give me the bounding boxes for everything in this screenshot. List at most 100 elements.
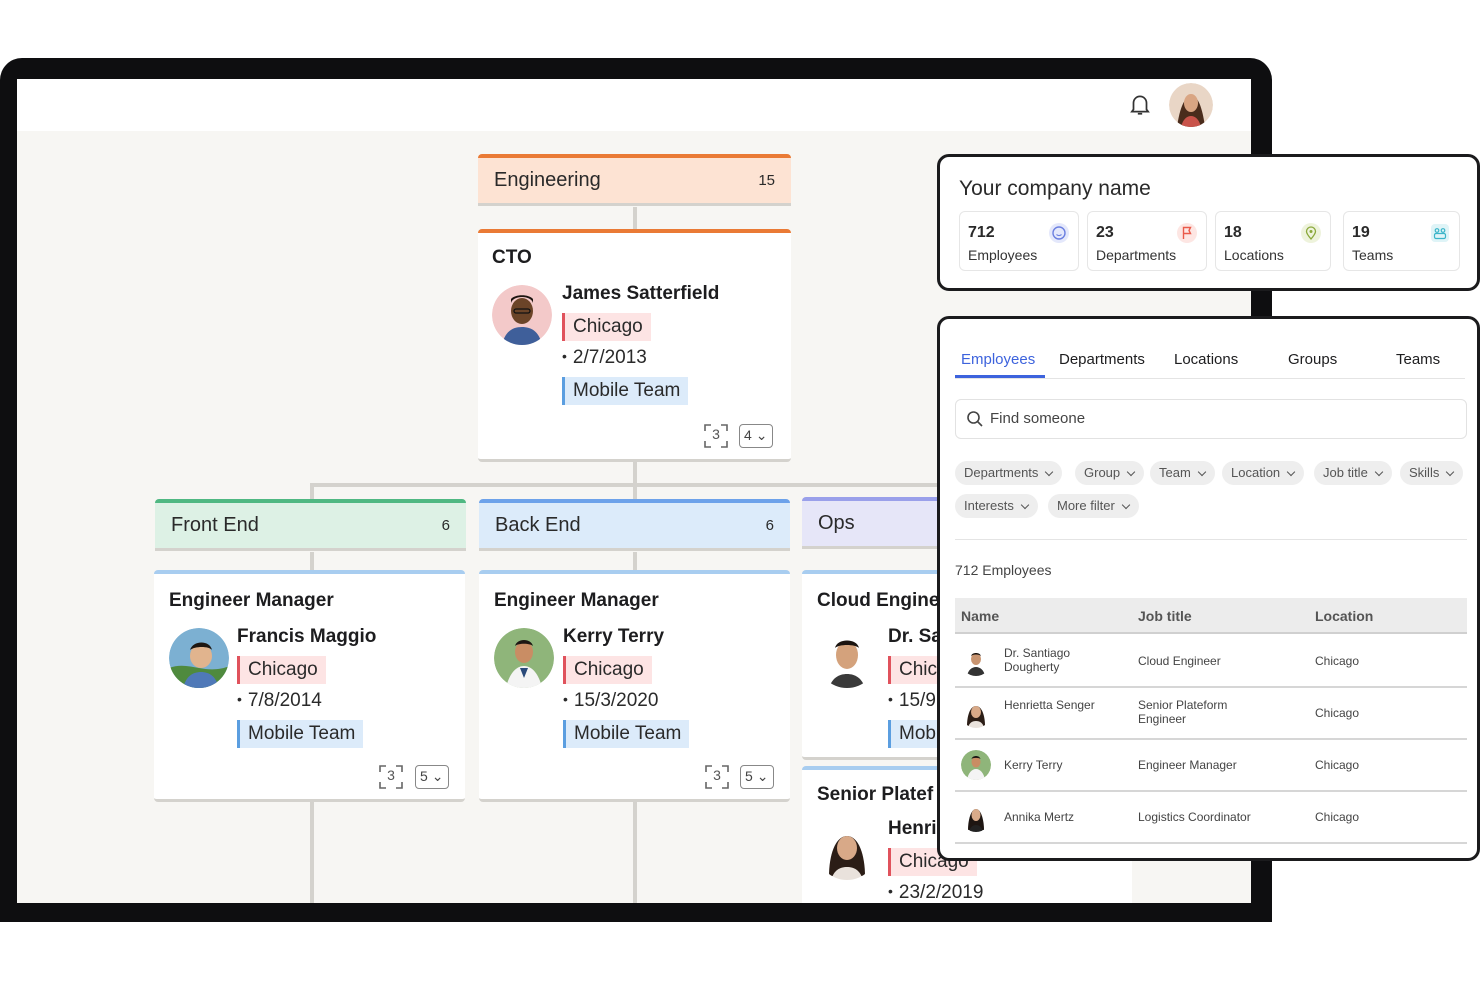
stat-label: Departments: [1096, 247, 1177, 263]
card-title: Engineer Manager: [494, 590, 659, 611]
dept-front-end[interactable]: Front End 6: [155, 499, 466, 551]
employee-directory-panel: Employees Departments Locations Groups T…: [937, 316, 1480, 861]
user-avatar[interactable]: [1169, 83, 1213, 127]
connector-line: [633, 801, 637, 903]
table-row[interactable]: Kerry Terry Engineer Manager Chicago: [955, 740, 1467, 792]
person-name: Dr. Sa: [888, 626, 942, 647]
dept-engineering[interactable]: Engineering 15: [478, 154, 791, 206]
location-tag: Chicago: [563, 656, 652, 684]
row-location: Chicago: [1315, 706, 1360, 720]
reports-count: 5: [420, 768, 428, 784]
frame-count: 3: [713, 767, 721, 783]
dept-name: Front End: [171, 514, 259, 536]
filter-departments[interactable]: Departments: [955, 461, 1063, 485]
start-date: 7/8/2014: [237, 690, 322, 712]
stat-label: Locations: [1224, 247, 1284, 263]
tab-teams[interactable]: Teams: [1396, 351, 1440, 368]
frame-count-icon[interactable]: 3: [704, 764, 730, 790]
tab-locations[interactable]: Locations: [1174, 351, 1238, 368]
map-pin-icon: [1301, 223, 1321, 243]
filter-group[interactable]: Group: [1075, 461, 1145, 485]
row-name: Henrietta Senger: [1004, 698, 1095, 712]
cto-card[interactable]: CTO James Satterfield Chicago 2/7/2013 M…: [478, 229, 791, 462]
filter-job-title[interactable]: Job title: [1314, 461, 1392, 485]
frame-count: 3: [712, 426, 720, 442]
dept-name: Engineering: [494, 169, 601, 191]
chevron-down-icon: ⌄: [755, 427, 768, 443]
bell-icon[interactable]: [1127, 91, 1153, 117]
start-date: 2/7/2013: [562, 347, 647, 369]
person-name: Francis Maggio: [237, 626, 377, 647]
column-location[interactable]: Location: [1315, 608, 1373, 624]
filter-interests[interactable]: Interests: [955, 494, 1038, 518]
connector-line: [310, 801, 314, 903]
row-job-title: Senior Plateform Engineer: [1138, 698, 1228, 726]
search-placeholder: Find someone: [990, 410, 1086, 427]
expand-reports-button[interactable]: 5 ⌄: [415, 765, 449, 789]
reports-count: 4: [744, 427, 752, 443]
stat-label: Employees: [968, 247, 1038, 263]
connector-line: [633, 552, 637, 572]
avatar: [961, 750, 991, 780]
row-location: Chicago: [1315, 810, 1360, 824]
frame-count-icon[interactable]: 3: [378, 764, 404, 790]
avatar: [961, 646, 991, 676]
person-photo: [492, 285, 552, 345]
expand-reports-button[interactable]: 5 ⌄: [740, 765, 774, 789]
table-row[interactable]: Annika Mertz Logistics Coordinator Chica…: [955, 792, 1467, 844]
tab-departments[interactable]: Departments: [1059, 351, 1145, 368]
person-name: Henri: [888, 818, 937, 839]
table-row[interactable]: Henrietta Senger Senior Plateform Engine…: [955, 688, 1467, 740]
connector-line: [633, 207, 637, 231]
start-date: 15/3/2020: [563, 690, 659, 712]
dept-count: 6: [765, 517, 774, 534]
stat-value: 19: [1352, 224, 1370, 241]
avatar: [961, 698, 991, 728]
filter-location[interactable]: Location: [1222, 461, 1305, 485]
filter-skills[interactable]: Skills: [1400, 461, 1464, 485]
frame-count-icon[interactable]: 3: [703, 423, 729, 449]
expand-reports-button[interactable]: 4 ⌄: [739, 424, 773, 448]
column-job-title[interactable]: Job title: [1138, 608, 1192, 624]
team-icon: [1431, 224, 1449, 242]
stat-teams[interactable]: 19 Teams: [1343, 211, 1460, 271]
location-tag: Chicago: [237, 656, 326, 684]
table-row[interactable]: Dr. Santiago Dougherty Cloud Engineer Ch…: [955, 636, 1467, 688]
person-photo: [817, 820, 877, 880]
start-date: 15/9: [888, 690, 936, 712]
row-name: Kerry Terry: [1004, 758, 1063, 772]
dept-count: 6: [441, 517, 450, 534]
stat-locations[interactable]: 18 Locations: [1215, 211, 1331, 271]
stat-value: 712: [968, 224, 995, 241]
card-title: CTO: [492, 247, 532, 268]
smile-icon: [1049, 223, 1069, 243]
dept-back-end[interactable]: Back End 6: [479, 499, 790, 551]
start-date: 23/2/2019: [888, 882, 984, 903]
stat-employees[interactable]: 712 Employees: [959, 211, 1079, 271]
tab-groups[interactable]: Groups: [1288, 351, 1337, 368]
person-name: James Satterfield: [562, 283, 720, 304]
connector-line: [310, 483, 950, 487]
stat-value: 23: [1096, 224, 1114, 241]
filter-team[interactable]: Team: [1150, 461, 1215, 485]
stat-departments[interactable]: 23 Departments: [1087, 211, 1207, 271]
dept-name: Back End: [495, 514, 581, 536]
reports-count: 5: [745, 768, 753, 784]
flag-icon: [1177, 223, 1197, 243]
row-location: Chicago: [1315, 758, 1360, 772]
table-header: Name Job title Location: [955, 598, 1467, 634]
chevron-down-icon: ⌄: [431, 768, 444, 784]
column-name[interactable]: Name: [961, 608, 999, 624]
search-input[interactable]: Find someone: [955, 399, 1467, 439]
chevron-down-icon: ⌄: [756, 768, 769, 784]
team-tag: Mobile Team: [563, 720, 690, 748]
manager-card[interactable]: Engineer Manager Kerry Terry Chicago 15/…: [479, 570, 790, 802]
filter-divider: [955, 539, 1467, 540]
tab-divider: [955, 378, 1465, 379]
row-location: Chicago: [1315, 654, 1360, 668]
manager-card[interactable]: Engineer Manager Francis Maggio Chicago …: [154, 570, 465, 802]
tab-employees[interactable]: Employees: [961, 351, 1035, 368]
filter-more[interactable]: More filter: [1048, 494, 1139, 518]
team-tag: Mobile Team: [562, 377, 689, 405]
connector-line: [310, 552, 314, 572]
